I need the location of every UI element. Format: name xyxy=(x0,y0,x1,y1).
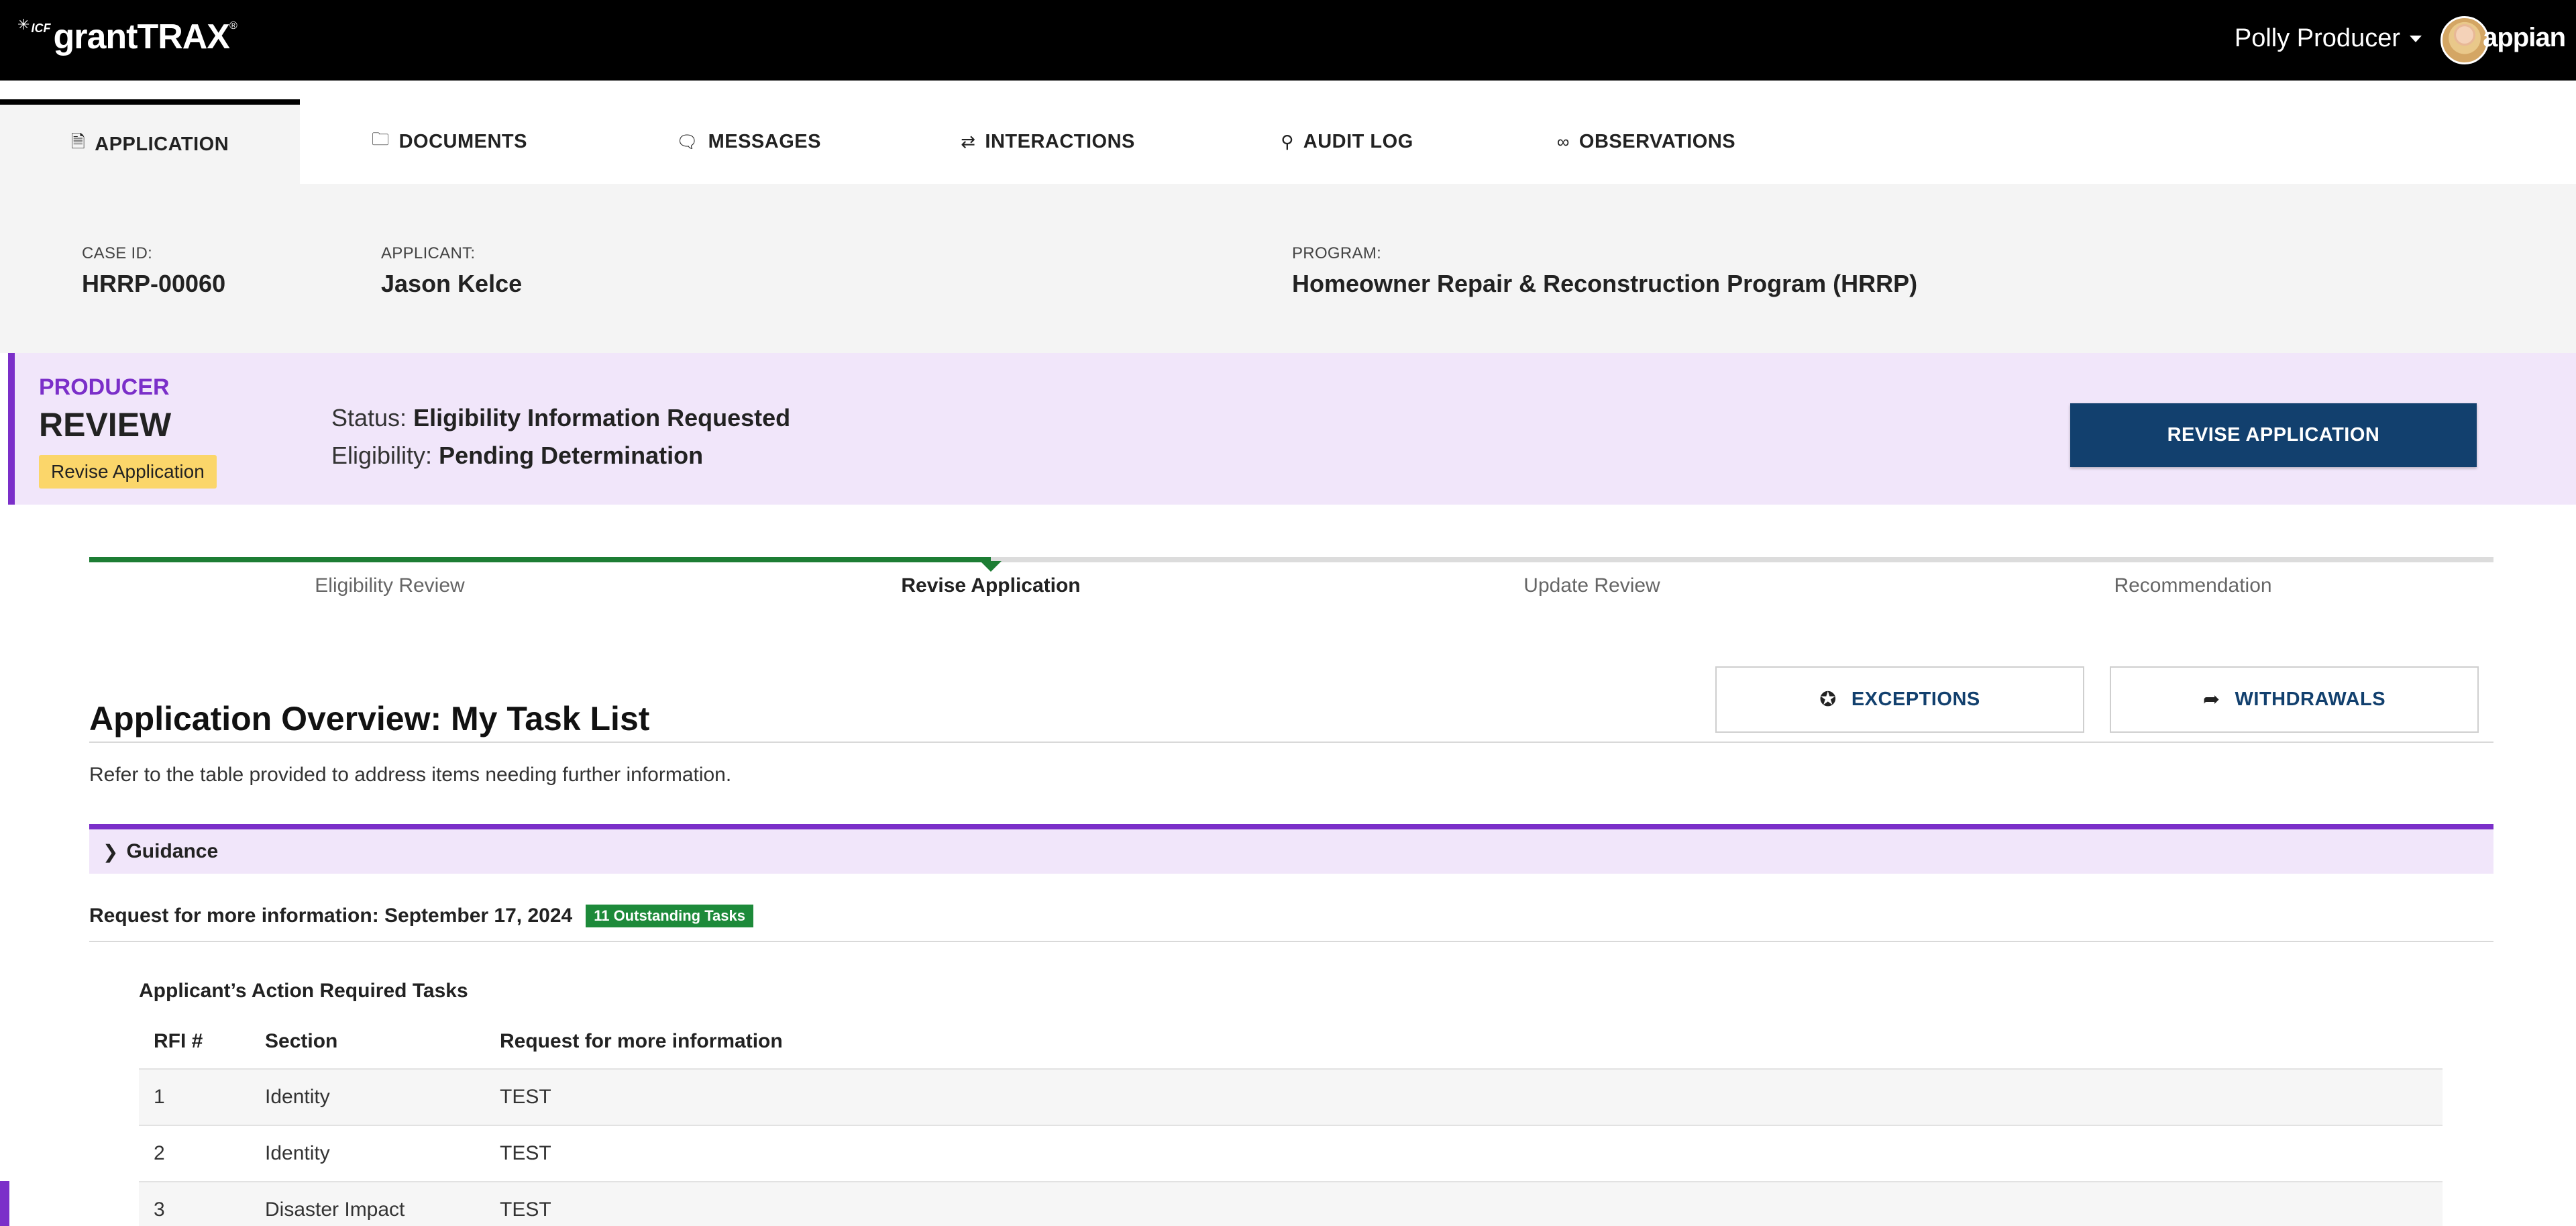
caret-down-icon xyxy=(2410,35,2422,42)
eligibility-value: Pending Determination xyxy=(439,442,704,469)
tab-interactions[interactable]: ⇄ INTERACTIONS xyxy=(898,99,1197,184)
request-text: TEST xyxy=(500,1198,551,1221)
program-field: PROGRAM: Homeowner Repair & Reconstructi… xyxy=(1292,244,1917,298)
tab-messages[interactable]: 🗨 MESSAGES xyxy=(599,99,898,184)
rfi-number: 3 xyxy=(154,1198,165,1221)
exceptions-button[interactable]: ✪ EXCEPTIONS xyxy=(1715,666,2084,733)
eligibility-line: Eligibility: Pending Determination xyxy=(331,442,703,470)
glasses-icon: ∞ xyxy=(1556,131,1570,152)
left-accent-bar xyxy=(0,1181,9,1226)
program-label: PROGRAM: xyxy=(1292,244,1382,262)
page-title: Application Overview: My Task List xyxy=(89,700,650,737)
section: Identity xyxy=(265,1142,330,1164)
rfi-label: Request for more information: September … xyxy=(89,905,573,927)
case-id-label: CASE ID: xyxy=(82,244,153,262)
status-line: Status: Eligibility Information Requeste… xyxy=(331,404,790,432)
tab-observations[interactable]: ∞ OBSERVATIONS xyxy=(1497,99,1796,184)
tab-bar: 🗎 APPLICATION 🗀 DOCUMENTS 🗨 MESSAGES ⇄ I… xyxy=(0,99,2576,184)
user-menu[interactable]: Polly Producer xyxy=(2235,24,2422,53)
folder-icon: 🗀 xyxy=(372,129,390,149)
column-header-request: Request for more information xyxy=(500,1030,783,1052)
progress-stepper: Eligibility Review Revise Application Up… xyxy=(89,557,2493,617)
exceptions-label: EXCEPTIONS xyxy=(1851,688,1980,710)
case-header: CASE ID: HRRP-00060 APPLICANT: Jason Kel… xyxy=(0,184,2576,353)
page-subtitle: Refer to the table provided to address i… xyxy=(89,764,732,786)
column-header-rfi: RFI # xyxy=(154,1030,203,1052)
revise-application-button[interactable]: REVISE APPLICATION xyxy=(2070,403,2477,467)
tab-application[interactable]: 🗎 APPLICATION xyxy=(0,99,300,184)
table-row[interactable]: 3 Disaster Impact TEST xyxy=(139,1181,2443,1226)
guidance-label: Guidance xyxy=(126,840,219,862)
stage-label: REVIEW xyxy=(39,406,172,444)
document-icon: 🗎 xyxy=(70,132,86,152)
producer-review-banner: PRODUCER REVIEW Revise Application Statu… xyxy=(8,353,2576,505)
table-row[interactable]: 2 Identity TEST xyxy=(139,1125,2443,1181)
tasks-caption: Applicant’s Action Required Tasks xyxy=(139,980,468,1002)
tab-label: AUDIT LOG xyxy=(1303,130,1413,152)
status-label: Status: xyxy=(331,404,407,431)
current-step-marker xyxy=(980,561,1002,572)
exchange-icon: ⇄ xyxy=(961,131,976,152)
tab-documents[interactable]: 🗀 DOCUMENTS xyxy=(300,99,599,184)
rfi-number: 2 xyxy=(154,1142,165,1164)
step-eligibility-review: Eligibility Review xyxy=(315,574,465,597)
applicant-value: Jason Kelce xyxy=(381,270,523,297)
column-header-section: Section xyxy=(265,1030,338,1052)
request-text: TEST xyxy=(500,1142,551,1164)
top-bar: ✳ ICF grantTRAX ® Polly Producer appian xyxy=(0,0,2576,81)
tab-label: INTERACTIONS xyxy=(985,130,1135,152)
tab-label: MESSAGES xyxy=(708,130,821,152)
applicant-label: APPLICANT: xyxy=(381,244,476,262)
tab-label: OBSERVATIONS xyxy=(1578,130,1736,152)
table-row[interactable]: 1 Identity TEST xyxy=(139,1068,2443,1125)
tab-audit-log[interactable]: ⚲ AUDIT LOG xyxy=(1197,99,1497,184)
grantrax-logo[interactable]: ✳ ICF grantTRAX ® xyxy=(17,16,237,63)
registered-icon: ® xyxy=(229,20,237,32)
eligibility-label: Eligibility: xyxy=(331,442,433,469)
stage-badge: Revise Application xyxy=(39,455,217,489)
chevron-right-icon: ❯ xyxy=(103,841,119,862)
icf-spark-icon: ✳ xyxy=(17,16,30,33)
appian-logo: appian xyxy=(2483,23,2566,52)
search-icon: ⚲ xyxy=(1281,131,1294,152)
step-revise-application: Revise Application xyxy=(901,574,1081,597)
brand-prefix: ICF xyxy=(31,21,51,35)
table-header-row: RFI # Section Request for more informati… xyxy=(139,1015,2443,1068)
request-text: TEST xyxy=(500,1086,551,1108)
avatar[interactable] xyxy=(2440,16,2489,64)
step-recommendation: Recommendation xyxy=(2114,574,2272,597)
applicant-field: APPLICANT: Jason Kelce xyxy=(381,244,522,298)
section: Disaster Impact xyxy=(265,1198,405,1221)
stepper-progress xyxy=(89,557,991,562)
status-value: Eligibility Information Requested xyxy=(413,404,791,431)
case-id-value: HRRP-00060 xyxy=(82,270,226,297)
divider xyxy=(89,941,2493,942)
guidance-toggle[interactable]: ❯ Guidance xyxy=(89,824,2493,874)
withdrawals-button[interactable]: ➦ WITHDRAWALS xyxy=(2110,666,2479,733)
divider xyxy=(89,742,2493,743)
life-ring-icon: ✪ xyxy=(1819,688,1837,711)
withdrawals-label: WITHDRAWALS xyxy=(2235,688,2386,710)
tab-label: APPLICATION xyxy=(95,133,229,155)
sign-out-icon: ➦ xyxy=(2202,688,2220,711)
program-value: Homeowner Repair & Reconstruction Progra… xyxy=(1292,270,1918,297)
step-update-review: Update Review xyxy=(1523,574,1660,597)
tab-label: DOCUMENTS xyxy=(398,130,527,152)
role-label: PRODUCER xyxy=(39,374,170,400)
case-id-field: CASE ID: HRRP-00060 xyxy=(82,244,225,298)
tasks-table: RFI # Section Request for more informati… xyxy=(139,1015,2443,1226)
outstanding-tasks-badge: 11 Outstanding Tasks xyxy=(586,905,753,927)
section: Identity xyxy=(265,1086,330,1108)
brand-name: grantTRAX xyxy=(53,17,230,56)
user-name: Polly Producer xyxy=(2234,24,2400,52)
message-icon: 🗨 xyxy=(676,131,699,152)
rfi-header: Request for more information: September … xyxy=(89,905,753,927)
rfi-number: 1 xyxy=(154,1086,165,1108)
